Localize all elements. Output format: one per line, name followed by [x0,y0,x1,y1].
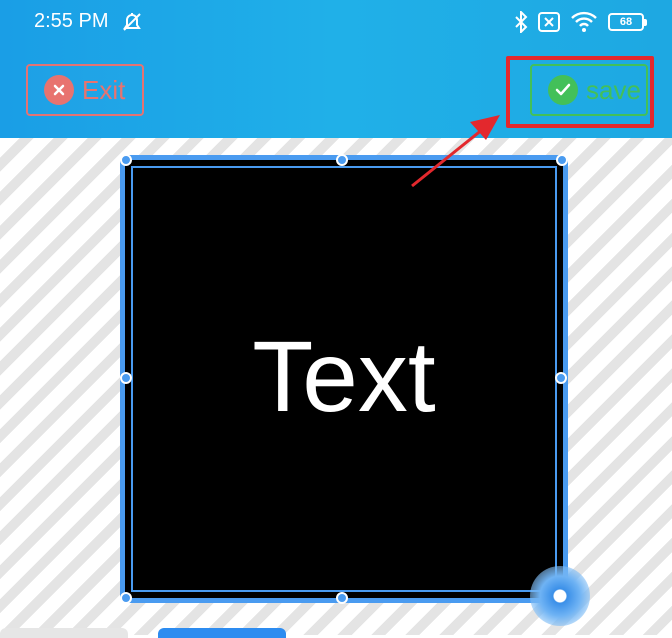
mute-icon [123,13,141,31]
status-bar: 2:55 PM 68 [0,0,672,46]
text-element-frame[interactable]: Text [120,155,568,603]
save-highlight-box [506,56,654,128]
no-sim-icon [538,12,560,32]
close-icon [44,75,74,105]
exit-label: Exit [82,74,126,105]
exit-button[interactable]: Exit [26,64,144,116]
wifi-icon [571,11,597,32]
status-time: 2:55 PM [34,10,109,32]
resize-handle-left[interactable] [120,372,132,384]
resize-handle-right[interactable] [555,372,567,384]
bottom-button-right[interactable] [158,628,286,638]
resize-handle-bottom-left[interactable] [120,592,132,604]
resize-handle-top-right[interactable] [556,154,568,166]
battery-level: 68 [619,16,633,28]
battery-icon: 68 [608,13,647,31]
resize-handle-top-left[interactable] [120,154,132,166]
rotate-handle[interactable] [530,566,590,626]
bluetooth-icon [515,11,528,33]
resize-handle-top[interactable] [336,154,348,166]
resize-handle-bottom[interactable] [336,592,348,604]
status-icons: 68 [514,10,647,34]
canvas-text[interactable]: Text [125,320,563,435]
bottom-button-left[interactable] [0,628,128,638]
